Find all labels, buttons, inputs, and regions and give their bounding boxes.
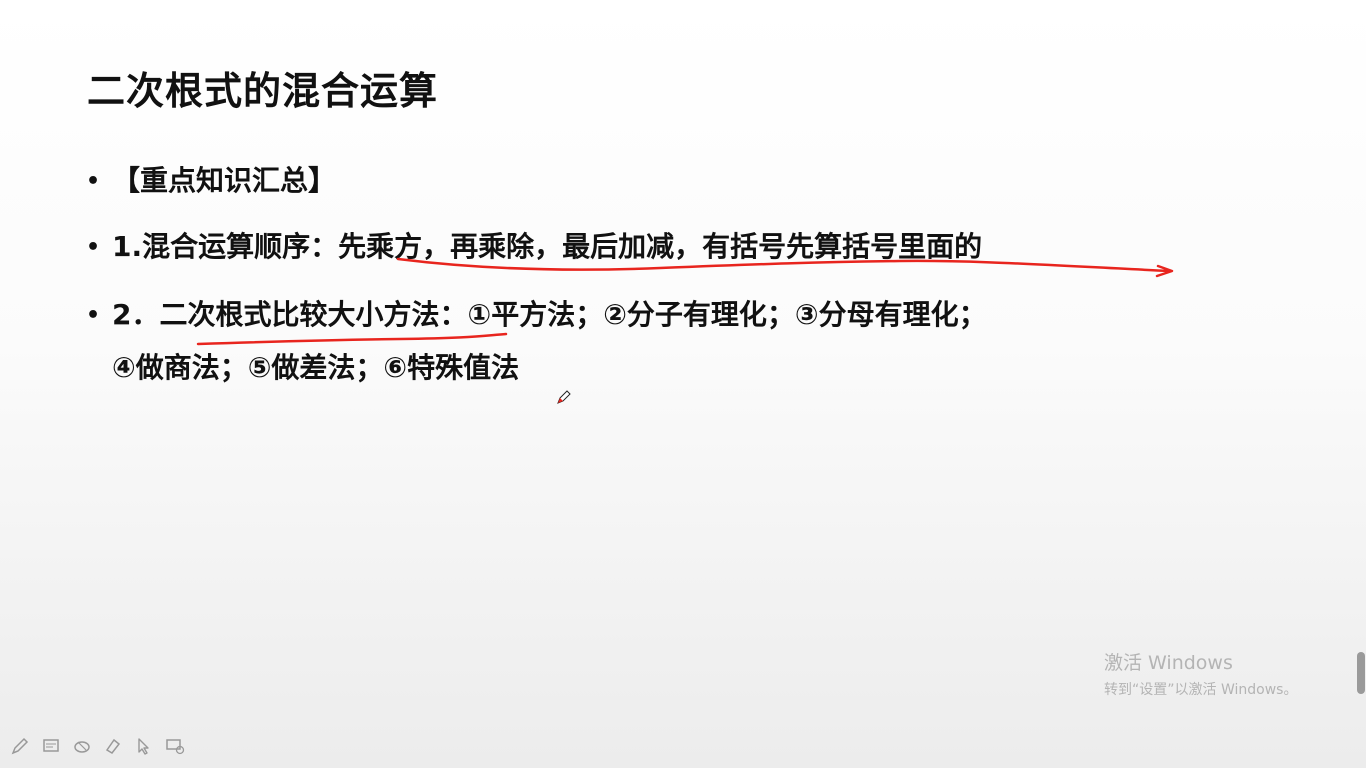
- bullet-compare-methods-continued: ④做商法；⑤做差法；⑥特殊值法: [112, 346, 519, 386]
- bullet-dot: •: [86, 235, 101, 260]
- bullet-operation-order: • 1.混合运算顺序：先乘方，再乘除，最后加减，有括号先算括号里面的: [86, 225, 982, 265]
- highlighter-icon[interactable]: [101, 735, 124, 758]
- pen-icon[interactable]: [8, 735, 31, 758]
- bullet-emphasis: 二次根式比较大小方法: [159, 298, 440, 331]
- bullet-continuation: ④做商法；⑤做差法；⑥特殊值法: [112, 351, 520, 384]
- windows-activation-watermark: 激活 Windows 转到“设置”以激活 Windows。: [1104, 648, 1297, 699]
- ink-underline-2: [196, 332, 508, 346]
- scrollbar-thumb[interactable]: [1357, 652, 1365, 694]
- watermark-title: 激活 Windows: [1104, 652, 1233, 674]
- watermark-subtitle: 转到“设置”以激活 Windows。: [1104, 682, 1298, 698]
- bullet-dot: •: [86, 303, 101, 328]
- bullet-text: 【重点知识汇总】: [112, 164, 337, 197]
- bullet-compare-methods: • 2．二次根式比较大小方法：①平方法；②分子有理化；③分母有理化；: [86, 293, 987, 333]
- eraser-icon[interactable]: [70, 735, 93, 758]
- slide-title: 二次根式的混合运算: [87, 69, 439, 113]
- presentation-icon[interactable]: [163, 735, 186, 758]
- bullet-emphasis: 先乘方，再乘除，最后加减，有括号先算括号里面的: [338, 230, 983, 263]
- pen-cursor-icon: [557, 390, 571, 404]
- bullet-key-points: • 【重点知识汇总】: [86, 159, 336, 199]
- bullet-prefix: 1.混合运算顺序：: [112, 230, 339, 263]
- presentation-toolbar: [8, 734, 186, 758]
- bullet-prefix: 2．: [112, 298, 160, 331]
- pointer-icon[interactable]: [132, 735, 155, 758]
- ink-arrowhead: [1155, 264, 1174, 278]
- bullet-dot: •: [86, 169, 101, 194]
- bullet-rest: ：①平方法；②分子有理化；③分母有理化；: [439, 298, 987, 331]
- screen-icon[interactable]: [39, 735, 62, 758]
